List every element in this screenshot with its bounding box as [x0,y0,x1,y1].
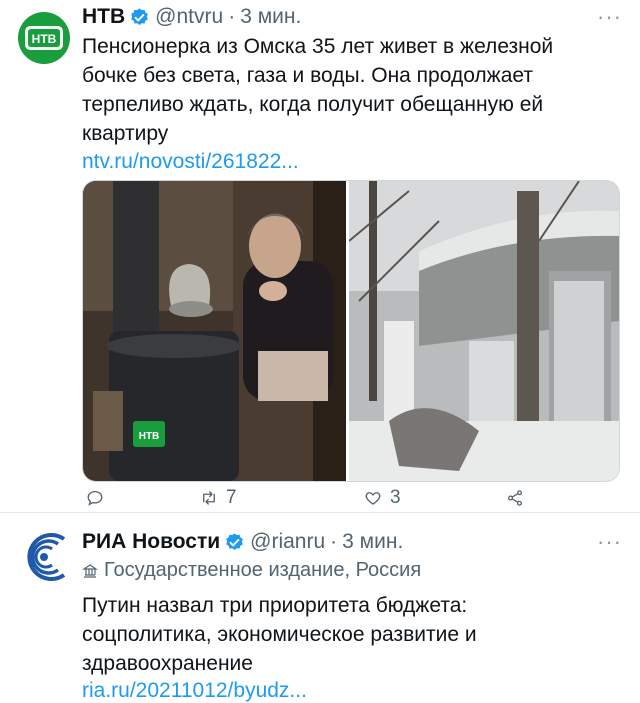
tweet-text: Пенсионерка из Омска 35 лет живет в желе… [82,32,622,148]
tweet-link[interactable]: ntv.ru/novosti/261822... [82,150,299,174]
like-count: 3 [390,487,401,508]
photo-woman-stove-image: НТВ [83,181,346,481]
tweet-header: РИА Новости @rianru · 3 мин. [82,527,403,557]
tweet-ria[interactable]: РИА Новости @rianru · 3 мин. ··· Государ… [0,512,640,703]
author-handle[interactable]: @rianru [250,530,325,554]
share-icon [507,490,523,506]
separator-dot: · [330,530,338,553]
tweet-media[interactable]: НТВ [82,180,620,482]
author-name[interactable]: НТВ [82,5,125,29]
like-button[interactable]: 3 [364,487,401,509]
tweet-text: Путин назвал три приоритета бюджета: соц… [82,591,622,678]
ria-avatar[interactable] [18,531,70,583]
reply-button[interactable] [86,489,112,507]
tweet-text-line: соцполитика, экономическое развитие и [82,623,477,646]
tweet-timestamp[interactable]: 3 мин. [240,5,301,29]
svg-text:НТВ: НТВ [139,431,160,442]
photo-barrel-yard-image [349,181,619,481]
state-media-icon [82,563,98,578]
tweet-link[interactable]: ria.ru/20211012/byudz... [82,679,307,703]
tweet-timestamp[interactable]: 3 мин. [342,530,403,554]
tweet-text-line: терпеливо ждать, когда получит обещанную… [82,93,544,116]
like-icon [365,492,381,505]
tweet-ntv[interactable]: НТВ НТВ @ntvru · 3 мин. ··· Пенсионерка … [0,0,640,512]
tweet-text-line: Пенсионерка из Омска 35 лет живет в желе… [82,35,554,58]
tweet-text-line: Путин назвал три приоритета бюджета: [82,594,468,617]
state-media-text: Государственное издание, Россия [104,559,422,581]
tweet-text-line: здравоохранение [82,652,253,675]
retweet-icon [203,491,215,505]
verified-badge-icon [131,7,148,25]
tweet-text-line: квартиру [82,122,169,145]
reply-icon [87,490,103,506]
author-handle[interactable]: @ntvru [155,5,223,29]
share-button[interactable] [506,489,532,507]
state-media-label[interactable]: Государственное издание, Россия [82,559,421,582]
ntv-avatar[interactable]: НТВ [18,12,70,64]
separator-dot: · [228,5,236,28]
tweet-text-line: бочке без света, газа и воды. Она продол… [82,64,533,87]
tweet-actions: 7 3 [82,486,552,510]
photo-woman-stove[interactable]: НТВ [83,181,349,481]
author-name[interactable]: РИА Новости [82,530,220,554]
more-options-icon[interactable]: ··· [597,529,622,555]
retweet-count: 7 [226,487,237,508]
retweet-button[interactable]: 7 [200,487,237,509]
verified-badge-icon [226,532,243,550]
more-options-icon[interactable]: ··· [597,4,622,30]
photo-barrel-yard[interactable] [349,181,619,481]
ntv-logo-icon: НТВ [25,26,63,50]
tweet-header: НТВ @ntvru · 3 мин. [82,2,301,32]
ria-logo-icon [27,533,66,581]
svg-text:НТВ: НТВ [32,32,57,46]
